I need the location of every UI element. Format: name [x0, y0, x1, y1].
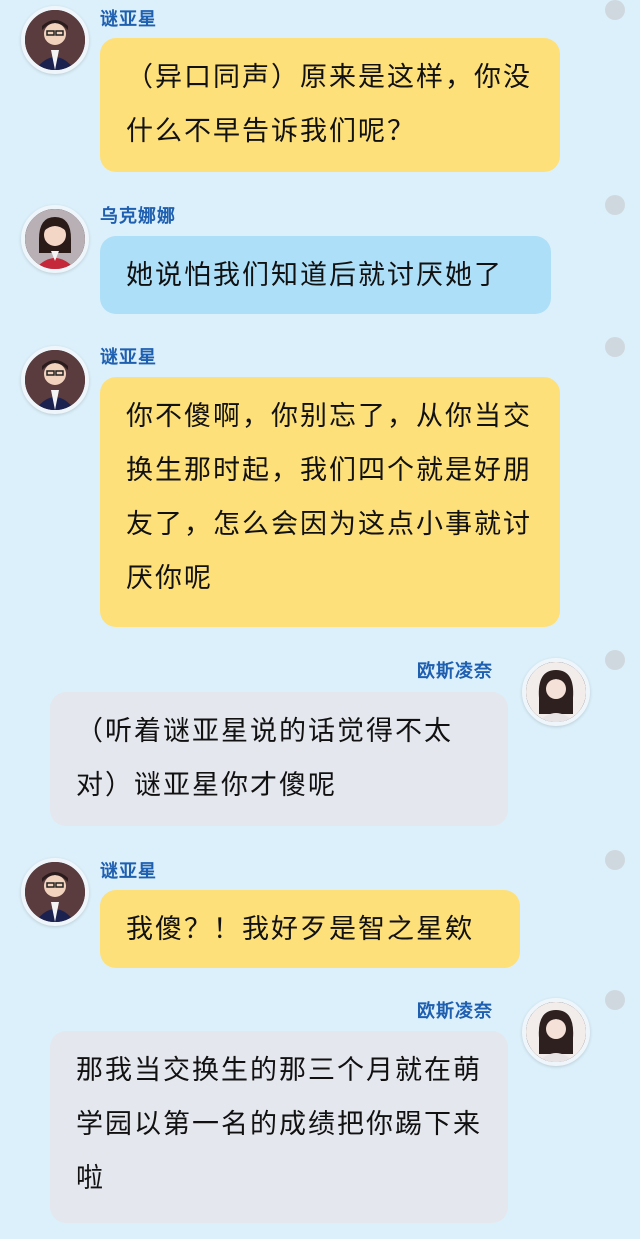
- sender-name: 谜亚星: [100, 347, 157, 368]
- message-bubble: 我傻？！我好歹是智之星欸: [100, 890, 520, 968]
- status-dot: [605, 650, 625, 670]
- status-dot: [605, 990, 625, 1010]
- status-dot: [605, 850, 625, 870]
- avatar-miyaxing[interactable]: [21, 6, 89, 74]
- status-dot: [605, 195, 625, 215]
- message-bubble: （听着谜亚星说的话觉得不太对）谜亚星你才傻呢: [50, 692, 508, 826]
- avatar-ousilingnai[interactable]: [522, 658, 590, 726]
- sender-name: 谜亚星: [100, 9, 157, 30]
- sender-name: 乌克娜娜: [100, 206, 176, 227]
- sender-name: 谜亚星: [100, 861, 157, 882]
- status-dot: [605, 337, 625, 357]
- sender-name: 欧斯凌奈: [417, 661, 493, 682]
- avatar-miyaxing[interactable]: [21, 346, 89, 414]
- message-bubble: 她说怕我们知道后就讨厌她了: [100, 236, 551, 314]
- message-bubble: 你不傻啊，你别忘了，从你当交换生那时起，我们四个就是好朋友了，怎么会因为这点小事…: [100, 377, 560, 627]
- avatar-miyaxing[interactable]: [21, 858, 89, 926]
- message-bubble: 那我当交换生的那三个月就在萌学园以第一名的成绩把你踢下来啦: [50, 1031, 508, 1223]
- avatar-ousilingnai[interactable]: [522, 998, 590, 1066]
- avatar-wukenana[interactable]: [21, 205, 89, 273]
- message-bubble: （异口同声）原来是这样，你没什么不早告诉我们呢？: [100, 38, 560, 172]
- status-dot: [605, 0, 625, 20]
- sender-name: 欧斯凌奈: [417, 1001, 493, 1022]
